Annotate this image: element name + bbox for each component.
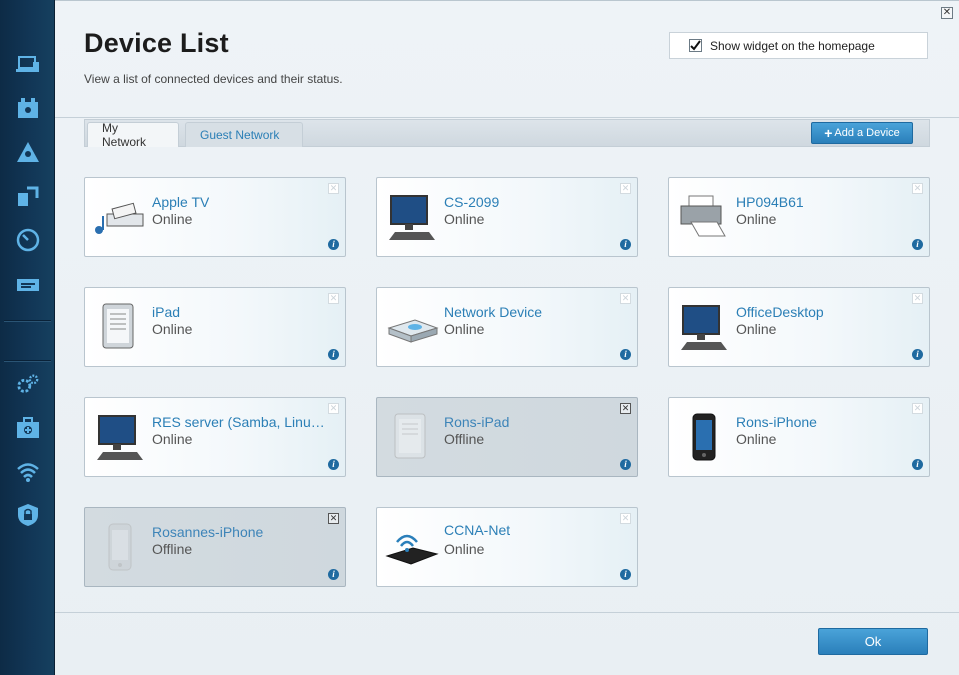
wireless-router-icon xyxy=(385,522,439,574)
add-device-button[interactable]: + Add a Device xyxy=(811,122,913,144)
device-card-network-device[interactable]: Network Device Online ✕ i xyxy=(376,287,638,367)
phone-icon xyxy=(93,522,147,574)
devices-icon[interactable] xyxy=(16,53,40,77)
show-widget-checkbox[interactable] xyxy=(689,39,702,52)
info-icon[interactable]: i xyxy=(620,349,631,360)
device-name[interactable]: CS-2099 xyxy=(444,194,499,210)
network-device-icon xyxy=(385,302,439,354)
device-card-cs-2099[interactable]: CS-2099 Online ✕ i xyxy=(376,177,638,257)
device-status: Online xyxy=(736,321,777,337)
desktop-computer-icon xyxy=(385,192,439,244)
printer-icon xyxy=(677,192,731,244)
device-name[interactable]: Rons-iPhone xyxy=(736,414,817,430)
remove-device-icon[interactable]: ✕ xyxy=(620,183,631,194)
info-icon[interactable]: i xyxy=(328,349,339,360)
device-status: Online xyxy=(444,321,485,337)
device-name[interactable]: Apple TV xyxy=(152,194,209,210)
device-name[interactable]: Rosannes-iPhone xyxy=(152,524,263,540)
device-card-res-server[interactable]: RES server (Samba, Linu… Online ✕ i xyxy=(84,397,346,477)
device-card-rosannes-iphone[interactable]: Rosannes-iPhone Offline ✕ i xyxy=(84,507,346,587)
remove-device-icon[interactable]: ✕ xyxy=(328,513,339,524)
device-name[interactable]: Network Device xyxy=(444,304,542,320)
network-map-icon[interactable] xyxy=(16,140,40,164)
remove-device-icon[interactable]: ✕ xyxy=(912,403,923,414)
sidebar xyxy=(0,0,55,675)
remove-device-icon[interactable]: ✕ xyxy=(620,403,631,414)
device-status: Online xyxy=(444,541,485,557)
desktop-computer-icon xyxy=(677,302,731,354)
header-divider xyxy=(55,117,959,118)
tab-my-network[interactable]: My Network xyxy=(87,121,179,149)
device-status: Offline xyxy=(152,541,193,557)
device-name[interactable]: CCNA-Net xyxy=(444,522,510,538)
device-status: Offline xyxy=(444,431,485,447)
tablet-icon xyxy=(385,412,439,464)
device-card-ipad[interactable]: iPad Online ✕ i xyxy=(84,287,346,367)
device-status: Online xyxy=(152,431,193,447)
plus-icon: + xyxy=(824,125,833,141)
device-status: Online xyxy=(444,211,485,227)
info-icon[interactable]: i xyxy=(620,239,631,250)
device-card-officedesktop[interactable]: OfficeDesktop Online ✕ i xyxy=(668,287,930,367)
tab-bar: My Network Guest Network xyxy=(84,119,930,149)
parental-controls-icon[interactable] xyxy=(16,96,40,120)
device-card-rons-iphone[interactable]: Rons-iPhone Online ✕ i xyxy=(668,397,930,477)
device-name[interactable]: iPad xyxy=(152,304,180,320)
desktop-computer-icon xyxy=(93,412,147,464)
show-widget-label: Show widget on the homepage xyxy=(710,38,875,53)
device-card-rons-ipad[interactable]: Rons-iPad Offline ✕ i xyxy=(376,397,638,477)
info-icon[interactable]: i xyxy=(328,239,339,250)
device-status: Online xyxy=(152,211,193,227)
tab-guest-network[interactable]: Guest Network xyxy=(185,122,303,147)
device-name[interactable]: RES server (Samba, Linu… xyxy=(152,414,325,430)
settings-icon[interactable] xyxy=(16,372,40,396)
remove-device-icon[interactable]: ✕ xyxy=(912,183,923,194)
device-status: Online xyxy=(152,321,193,337)
device-name[interactable]: HP094B61 xyxy=(736,194,804,210)
security-icon[interactable] xyxy=(16,503,40,527)
device-card-ccna-net[interactable]: CCNA-Net Online ✕ i xyxy=(376,507,638,587)
info-icon[interactable]: i xyxy=(912,349,923,360)
troubleshooting-icon[interactable] xyxy=(16,416,40,440)
device-status: Online xyxy=(736,431,777,447)
page-title: Device List xyxy=(84,28,229,58)
remove-device-icon[interactable]: ✕ xyxy=(620,513,631,524)
remove-device-icon[interactable]: ✕ xyxy=(620,293,631,304)
device-name[interactable]: Rons-iPad xyxy=(444,414,509,430)
remove-device-icon[interactable]: ✕ xyxy=(328,403,339,414)
page-subtitle: View a list of connected devices and the… xyxy=(84,72,343,86)
media-prioritization-icon[interactable] xyxy=(16,184,40,208)
device-name[interactable]: OfficeDesktop xyxy=(736,304,824,320)
remove-device-icon[interactable]: ✕ xyxy=(328,183,339,194)
media-device-icon xyxy=(93,192,147,244)
remove-device-icon[interactable]: ✕ xyxy=(912,293,923,304)
footer-divider xyxy=(55,612,959,613)
show-widget-toggle[interactable]: Show widget on the homepage xyxy=(669,32,928,59)
remove-device-icon[interactable]: ✕ xyxy=(328,293,339,304)
info-icon[interactable]: i xyxy=(912,459,923,470)
info-icon[interactable]: i xyxy=(620,459,631,470)
phone-icon xyxy=(677,412,731,464)
info-icon[interactable]: i xyxy=(328,459,339,470)
device-card-hp094b61[interactable]: HP094B61 Online ✕ i xyxy=(668,177,930,257)
info-icon[interactable]: i xyxy=(912,239,923,250)
sidebar-divider xyxy=(4,320,51,321)
usb-storage-icon[interactable] xyxy=(16,273,40,297)
tablet-icon xyxy=(93,302,147,354)
ok-button[interactable]: Ok xyxy=(818,628,928,655)
speed-test-icon[interactable] xyxy=(16,228,40,252)
info-icon[interactable]: i xyxy=(620,569,631,580)
add-device-label: Add a Device xyxy=(834,127,900,139)
device-status: Online xyxy=(736,211,777,227)
device-card-apple-tv[interactable]: Apple TV Online ✕ i xyxy=(84,177,346,257)
close-icon[interactable]: ✕ xyxy=(941,7,953,19)
info-icon[interactable]: i xyxy=(328,569,339,580)
wireless-icon[interactable] xyxy=(16,460,40,484)
sidebar-divider xyxy=(4,360,51,361)
